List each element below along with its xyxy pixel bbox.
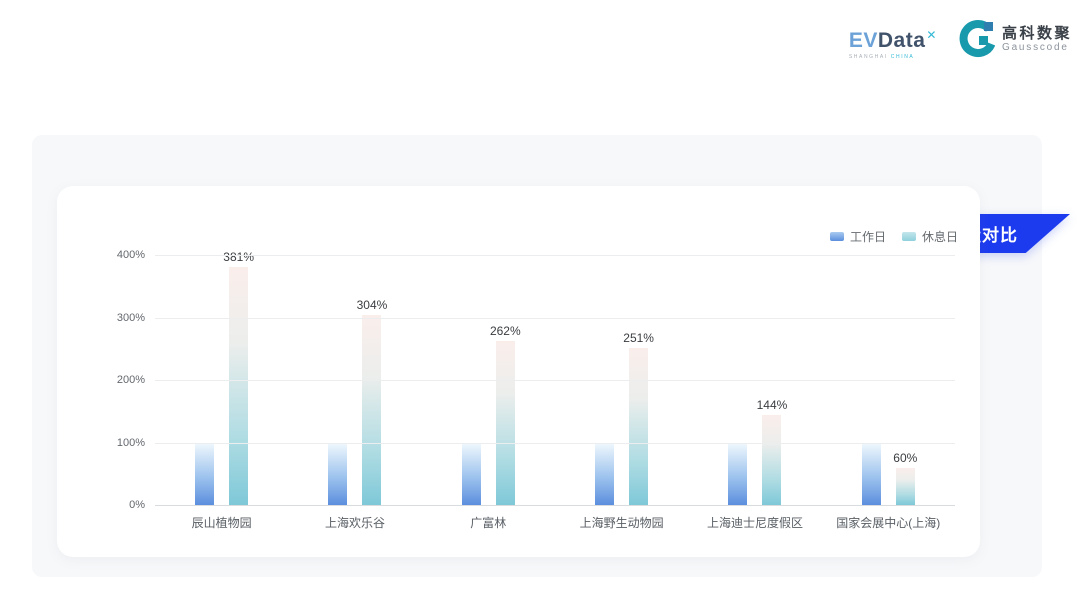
gridline <box>155 255 955 256</box>
y-tick-label: 100% <box>117 437 145 449</box>
workday-legend-marker-icon <box>830 232 844 241</box>
gridline <box>155 318 955 319</box>
bar-restday[interactable]: 251% <box>629 348 648 505</box>
evdata-tagline: SHANGHAI CHINA <box>849 54 937 60</box>
category-label: 上海野生动物园 <box>580 514 664 531</box>
value-label: 304% <box>357 298 388 312</box>
value-label: 144% <box>757 398 788 412</box>
category-label: 辰山植物园 <box>192 514 252 531</box>
bar-restday[interactable]: 381% <box>229 267 248 505</box>
value-label: 262% <box>490 324 521 338</box>
gausscode-logo: 高科数聚 Gausscode <box>959 20 1072 58</box>
category-label: 国家会展中心(上海) <box>836 514 940 531</box>
header-logos: EVData✕ SHANGHAI CHINA 高科数聚 Gausscode <box>849 20 1072 60</box>
gridline <box>155 380 955 381</box>
gausscode-text: 高科数聚 Gausscode <box>1002 25 1072 54</box>
bar-restday[interactable]: 304% <box>362 315 381 505</box>
y-tick-label: 300% <box>117 312 145 324</box>
bar-restday[interactable]: 60% <box>896 468 915 506</box>
evdata-ev-text: EV <box>849 29 878 52</box>
legend-label: 休息日 <box>922 228 958 245</box>
evdata-wordmark: EVData✕ <box>849 24 937 52</box>
evdata-data-text: Data <box>878 29 926 52</box>
category-label: 上海欢乐谷 <box>325 514 385 531</box>
bar-restday[interactable]: 262% <box>496 341 515 505</box>
title-banner-wrap: 市内景点工作日和节假日到访车量对比 <box>330 107 740 146</box>
x-axis-line <box>155 505 955 506</box>
gausscode-name-cn: 高科数聚 <box>1002 25 1072 42</box>
gausscode-name-en: Gausscode <box>1002 42 1072 54</box>
restday-legend-marker-icon <box>902 232 916 241</box>
category-label: 上海迪士尼度假区 <box>707 514 803 531</box>
y-tick-label: 400% <box>117 249 145 261</box>
category-label: 广富林 <box>470 514 506 531</box>
evdata-tagline-shanghai: SHANGHAI <box>849 54 888 60</box>
evdata-x-icon: ✕ <box>926 28 937 42</box>
legend: 工作日 休息日 <box>830 228 958 245</box>
bar-restday[interactable]: 144% <box>762 415 781 505</box>
legend-label: 工作日 <box>850 228 886 245</box>
value-label: 60% <box>893 451 917 465</box>
value-label: 251% <box>623 331 654 345</box>
y-tick-label: 0% <box>129 499 145 511</box>
bar-workday[interactable] <box>462 443 481 506</box>
plot-area: 381%辰山植物园304%上海欢乐谷262%广富林251%上海野生动物园144%… <box>155 255 955 505</box>
evdata-tagline-china: CHINA <box>891 54 915 60</box>
bar-workday[interactable] <box>328 443 347 506</box>
bar-workday[interactable] <box>595 443 614 506</box>
bar-workday[interactable] <box>728 443 747 506</box>
legend-item-workday[interactable]: 工作日 <box>830 228 886 245</box>
y-tick-label: 200% <box>117 374 145 386</box>
chart-card: 工作日休息日 381%辰山植物园304%上海欢乐谷262%广富林251%上海野生… <box>57 186 980 557</box>
bar-workday[interactable] <box>195 443 214 506</box>
gausscode-g-icon <box>959 20 995 58</box>
bar-workday[interactable] <box>862 443 881 506</box>
legend-item-restday[interactable]: 休息日 <box>902 228 958 245</box>
value-label: 381% <box>223 250 254 264</box>
evdata-logo: EVData✕ SHANGHAI CHINA <box>849 24 937 60</box>
gridline <box>155 443 955 444</box>
